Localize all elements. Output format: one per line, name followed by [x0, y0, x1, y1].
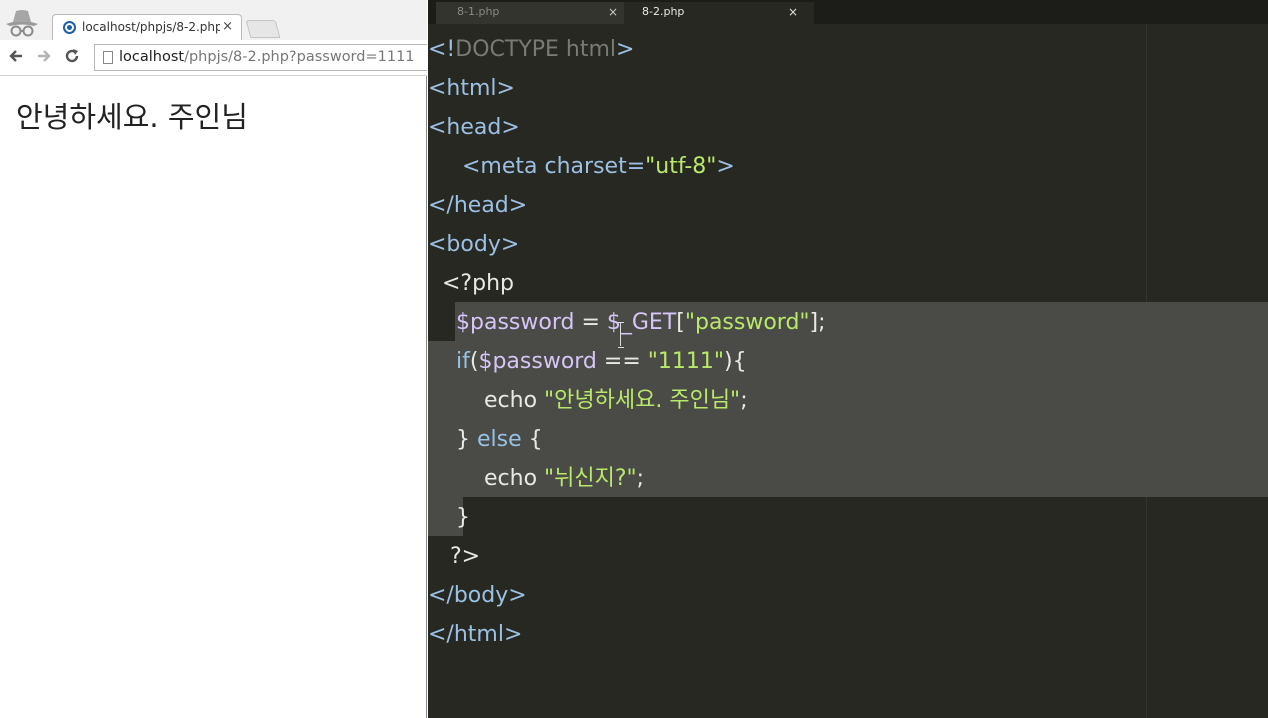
forward-arrow-icon[interactable] [35, 47, 53, 70]
editor-tab-label: 8-1.php [457, 5, 500, 18]
browser-window: localhost/phpjs/8-2.php? × localhost/php… [0, 0, 427, 718]
editor-tab-8-2[interactable]: 8-2.php × [624, 2, 814, 24]
favicon-icon [63, 21, 76, 34]
code-line-2: <html> [428, 76, 515, 101]
tab-close-icon[interactable]: × [222, 19, 233, 34]
code-line-3: <head> [428, 115, 520, 140]
code-line-11: } else { [456, 427, 543, 452]
back-arrow-icon[interactable] [7, 47, 25, 70]
editor-tab-close-icon[interactable]: × [608, 2, 618, 22]
code-line-15: </body> [428, 583, 527, 608]
code-line-10: echo "안녕하세요. 주인님"; [484, 388, 748, 413]
code-line-8: $password = $_GET["password"]; [456, 310, 826, 335]
editor-tab-label: 8-2.php [642, 5, 685, 18]
code-line-6: <body> [428, 232, 520, 257]
code-line-16: </html> [428, 622, 523, 647]
code-line-12: echo "뉘신지?"; [484, 466, 645, 491]
editor-tabbar: 8-1.php × 8-2.php × [428, 0, 1268, 24]
page-icon [103, 51, 113, 64]
code-line-1: <!DOCTYPE html> [428, 37, 635, 62]
code-editor: 8-1.php × 8-2.php × <!DOCTYPE html> <htm… [428, 0, 1268, 718]
editor-tab-close-icon[interactable]: × [788, 2, 798, 22]
browser-tab[interactable]: localhost/phpjs/8-2.php? × [52, 14, 242, 40]
code-line-5: </head> [428, 193, 528, 218]
text-cursor-icon [618, 322, 624, 348]
browser-tabstrip: localhost/phpjs/8-2.php? × [0, 0, 427, 40]
incognito-icon [2, 6, 42, 40]
address-bar[interactable]: localhost/phpjs/8-2.php?password=1111 [94, 44, 427, 71]
reload-icon[interactable] [63, 47, 81, 70]
code-line-7: <?php [442, 271, 514, 296]
page-output-text: 안녕하세요. 주인님 [16, 100, 248, 134]
code-line-13: } [456, 505, 470, 530]
code-line-14: ?> [450, 544, 481, 569]
browser-toolbar: localhost/phpjs/8-2.php?password=1111 [0, 40, 427, 76]
code-line-9: if($password == "1111"){ [456, 349, 747, 374]
code-line-4: <meta charset="utf-8"> [462, 154, 735, 179]
address-bar-url: localhost/phpjs/8-2.php?password=1111 [119, 49, 415, 65]
browser-tab-title: localhost/phpjs/8-2.php? [82, 20, 220, 34]
new-tab-button[interactable] [245, 20, 281, 38]
editor-tab-8-1[interactable]: 8-1.php × [436, 2, 636, 24]
